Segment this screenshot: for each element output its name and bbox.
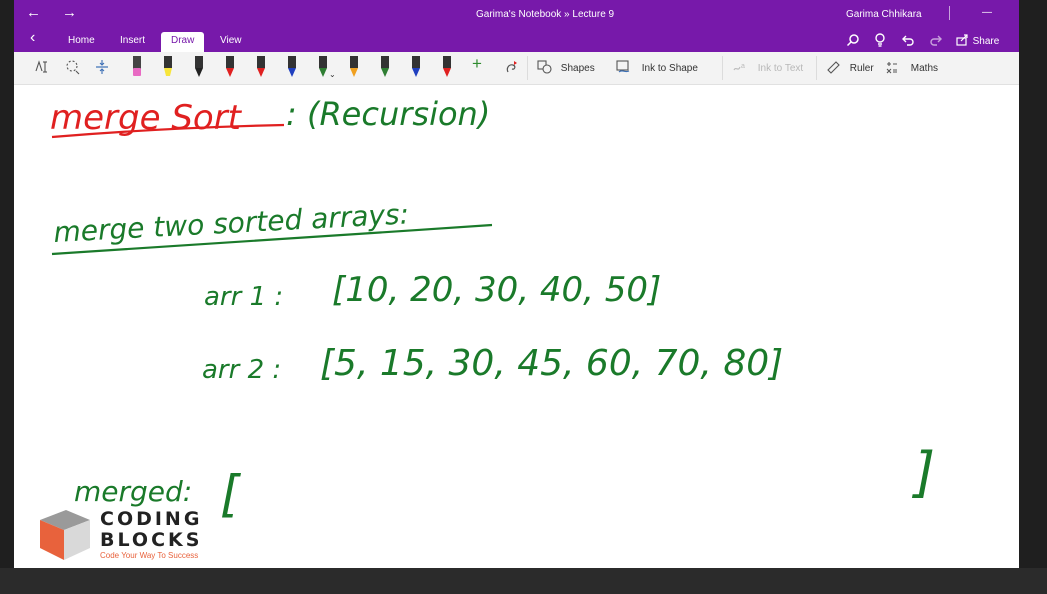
type-select-icon[interactable] xyxy=(34,59,50,80)
tab-insert[interactable]: Insert xyxy=(120,32,145,52)
redo-icon[interactable] xyxy=(929,33,943,50)
video-bottom-strip xyxy=(0,568,1047,594)
ruler-label: Ruler xyxy=(849,63,874,74)
pen-tool-6[interactable] xyxy=(285,56,299,78)
logo-line2: BLOCKS xyxy=(100,529,203,551)
pen-tool-3[interactable] xyxy=(192,56,206,78)
tab-home[interactable]: Home xyxy=(68,32,95,52)
merged-close-bracket: ] xyxy=(911,441,935,504)
pen-tool-7-selected[interactable] xyxy=(316,56,330,78)
pen-tool-11[interactable] xyxy=(440,56,454,78)
arr2-label: arr 2 : xyxy=(202,355,281,385)
cube-logo-icon xyxy=(40,510,90,560)
user-name[interactable]: Garima Chhikara xyxy=(846,9,922,20)
pen-tool-4[interactable] xyxy=(223,56,237,78)
pen-tool-1[interactable] xyxy=(130,56,144,78)
pen-tool-10[interactable] xyxy=(409,56,423,78)
title-bar: ← → Garima's Notebook » Lecture 9 Garima… xyxy=(14,0,1019,28)
coding-blocks-logo: CODING BLOCKS Code Your Way To Success xyxy=(34,498,234,563)
title-divider xyxy=(949,6,950,20)
arr1-values: [10, 20, 30, 40, 50] xyxy=(332,270,661,310)
note-canvas[interactable]: merge Sort : (Recursion) merge two sorte… xyxy=(14,85,1019,568)
share-button[interactable]: Share xyxy=(956,33,999,49)
draw-toolbar: ⌄ + Shapes Ink to Shape a Ink to Text Ru… xyxy=(14,52,1019,85)
lightbulb-icon[interactable] xyxy=(874,33,886,50)
note-heading-suffix: : (Recursion) xyxy=(286,95,490,133)
ink-replay-icon[interactable] xyxy=(504,59,520,80)
share-label: Share xyxy=(972,36,1000,47)
arr1-label: arr 1 : xyxy=(204,282,283,312)
chevron-left-icon[interactable]: ‹ xyxy=(30,30,35,46)
window-title: Garima's Notebook » Lecture 9 xyxy=(476,9,615,20)
pen-tool-9[interactable] xyxy=(378,56,392,78)
toolbar-divider xyxy=(816,56,817,80)
ink-to-text-button[interactable]: a Ink to Text xyxy=(732,60,803,76)
ink-to-text-label: Ink to Text xyxy=(757,63,804,74)
pen-tool-5[interactable] xyxy=(254,56,268,78)
ribbon-tabs-bar: ‹ Home Insert Draw View Share xyxy=(14,28,1019,52)
forward-arrow-icon[interactable]: → xyxy=(62,5,77,21)
shapes-button[interactable]: Shapes xyxy=(537,60,595,76)
svg-text:a: a xyxy=(741,63,745,70)
chevron-down-icon[interactable]: ⌄ xyxy=(329,68,336,82)
back-arrow-icon[interactable]: ← xyxy=(26,5,41,21)
logo-line1: CODING xyxy=(100,508,203,530)
add-pen-icon[interactable]: + xyxy=(472,55,482,72)
maths-label: Maths xyxy=(910,63,939,74)
lasso-select-icon[interactable] xyxy=(64,59,80,80)
tab-draw[interactable]: Draw xyxy=(161,32,205,52)
arr2-values: [5, 15, 30, 45, 60, 70, 80] xyxy=(320,343,783,384)
onenote-window: ← → Garima's Notebook » Lecture 9 Garima… xyxy=(14,0,1019,568)
toolbar-divider xyxy=(722,56,723,80)
logo-tagline: Code Your Way To Success xyxy=(100,551,199,560)
undo-icon[interactable] xyxy=(901,33,915,50)
maths-button[interactable]: Maths xyxy=(884,60,938,76)
ink-layer: merge Sort : (Recursion) merge two sorte… xyxy=(50,95,935,523)
search-icon[interactable] xyxy=(846,33,860,50)
tab-view[interactable]: View xyxy=(220,32,242,52)
ink-to-shape-button[interactable]: Ink to Shape xyxy=(616,60,698,76)
note-heading: merge Sort xyxy=(50,98,243,138)
add-space-icon[interactable] xyxy=(94,59,110,80)
shapes-label: Shapes xyxy=(560,63,595,74)
highlighter-tool[interactable] xyxy=(161,56,175,78)
ruler-button[interactable]: Ruler xyxy=(826,60,874,76)
ink-to-shape-label: Ink to Shape xyxy=(641,63,698,74)
toolbar-divider xyxy=(527,56,528,80)
pen-tool-8[interactable] xyxy=(347,56,361,78)
minimize-button[interactable]: — xyxy=(982,7,992,18)
